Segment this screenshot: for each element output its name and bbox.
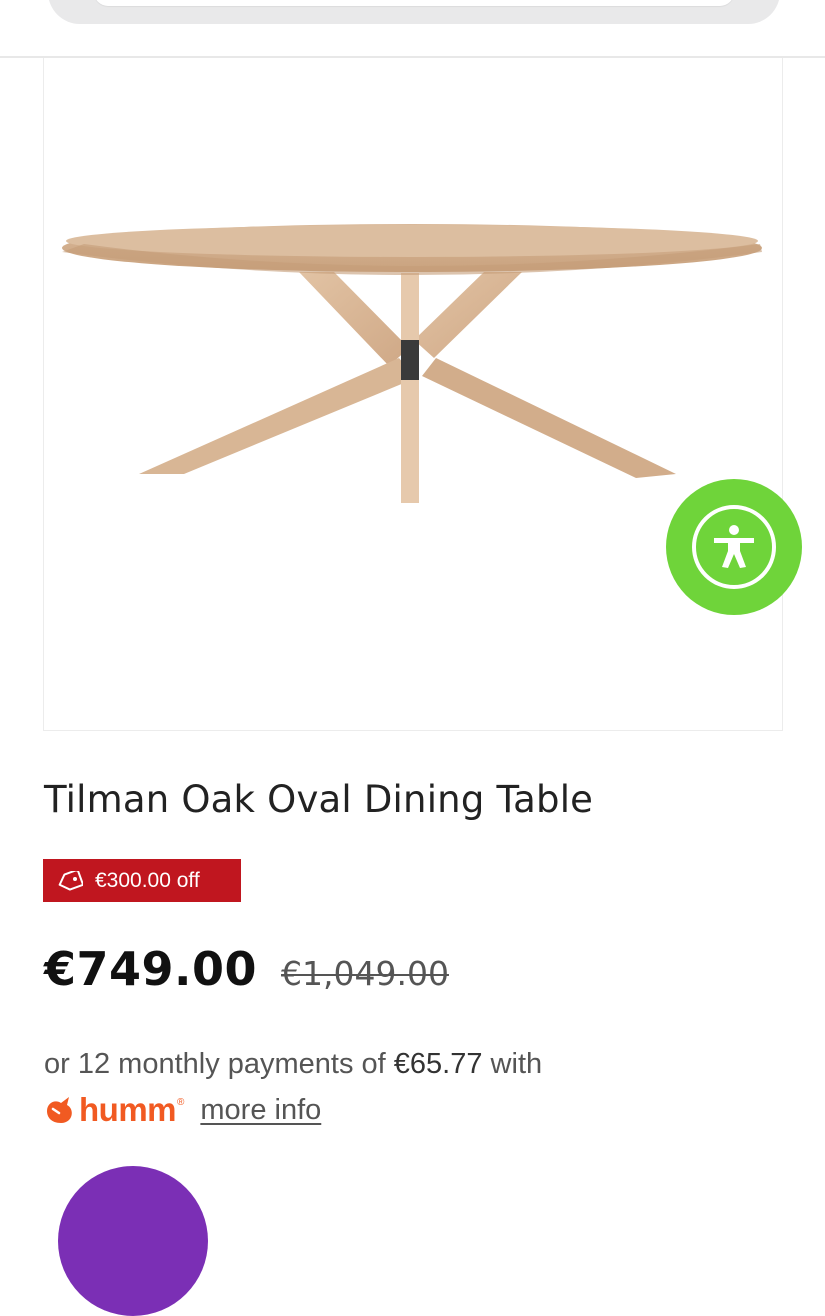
search-bar-container[interactable] — [48, 0, 780, 24]
registered-mark: ® — [177, 1097, 185, 1108]
floating-action-button[interactable] — [58, 1166, 208, 1316]
financing-provider-row: humm ® more info — [43, 1090, 321, 1130]
product-title: Tilman Oak Oval Dining Table — [44, 778, 594, 821]
installment-prefix: or 12 monthly payments of — [44, 1048, 394, 1080]
original-price: €1,049.00 — [281, 954, 449, 993]
installment-text: or 12 monthly payments of €65.77 with — [44, 1048, 542, 1081]
accessibility-icon — [692, 505, 776, 589]
humm-logo: humm ® — [43, 1091, 184, 1129]
installment-amount: €65.77 — [393, 1048, 483, 1080]
discount-label: €300.00 off — [95, 868, 200, 892]
humm-logo-icon — [47, 1097, 72, 1123]
price-row: €749.00 €1,049.00 — [44, 942, 449, 1002]
accessibility-button[interactable] — [666, 479, 802, 615]
more-info-link[interactable]: more info — [200, 1094, 321, 1127]
installment-suffix: with — [482, 1048, 543, 1080]
tag-icon — [57, 870, 83, 891]
top-header — [0, 0, 825, 58]
humm-wordmark: humm — [79, 1091, 177, 1128]
current-price: €749.00 — [44, 942, 258, 996]
search-input[interactable] — [94, 0, 734, 6]
product-image-frame — [43, 58, 783, 731]
product-image — [62, 224, 762, 503]
discount-badge: €300.00 off — [43, 859, 241, 902]
